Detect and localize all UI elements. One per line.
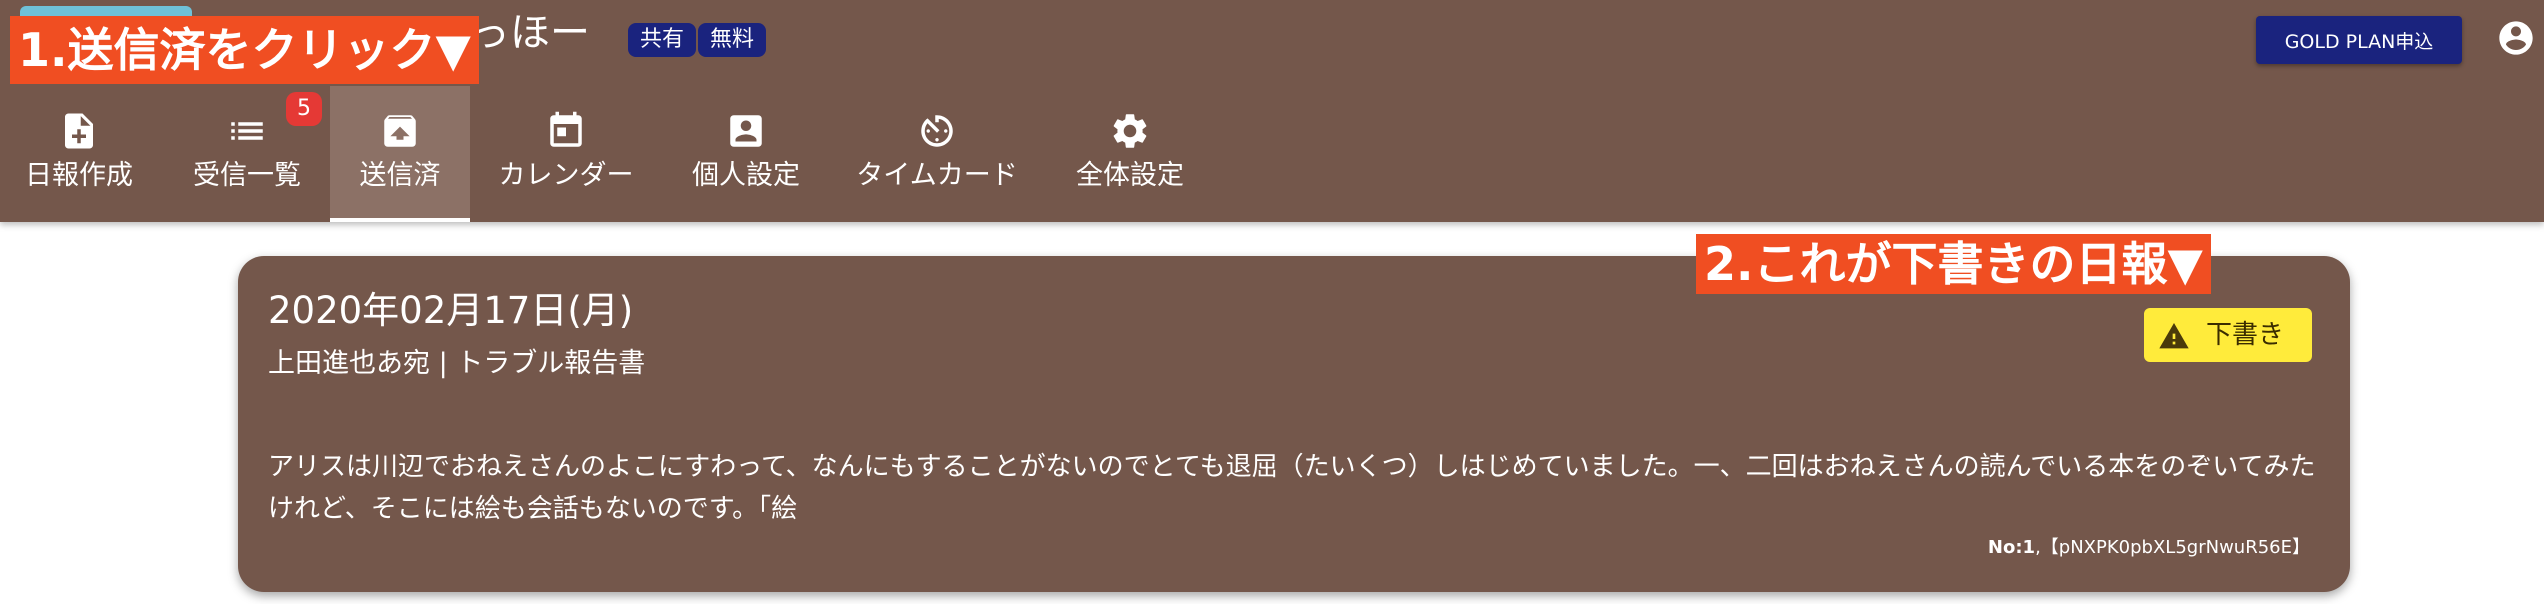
tab-label: 受信一覧 [193, 160, 301, 191]
report-number: No:1 [1987, 537, 2036, 558]
tab-label: 日報作成 [25, 160, 133, 191]
unread-count-badge: 5 [286, 92, 322, 126]
free-badge: 無料 [698, 23, 767, 57]
callout-step2: 2.これが下書きの日報▼ [1696, 234, 2211, 294]
tab-global-settings[interactable]: 全体設定 [1056, 86, 1204, 222]
archive-icon [384, 115, 416, 147]
note-add-icon [65, 113, 93, 149]
report-recipient-title: 上田進也あ宛 | トラブル報告書 [268, 348, 646, 379]
account-circle-icon[interactable] [2496, 18, 2536, 58]
tab-calendar[interactable]: カレンダー [488, 86, 644, 222]
tab-sent[interactable]: 送信済 [330, 86, 470, 222]
draft-status-chip: 下書き [2144, 308, 2312, 362]
tab-label: 個人設定 [692, 160, 800, 191]
calendar-icon [550, 111, 582, 147]
report-body: アリスは川辺でおねえさんのよこにすわって、なんにもすることがないのでとても退屈（… [268, 452, 2316, 524]
tab-label: タイムカード [856, 160, 1018, 191]
list-icon [231, 122, 263, 140]
report-id-line: No:1,【pNXPK0pbXL5grNwuR56E】 [1987, 537, 2310, 558]
tab-create-report[interactable]: 日報作成 [0, 86, 158, 222]
gear-icon [1113, 114, 1147, 148]
tab-label: 送信済 [359, 160, 441, 191]
report-date: 2020年02月17日(月) [268, 289, 634, 332]
tab-label: カレンダー [498, 160, 634, 191]
app-title: っほー [470, 10, 590, 56]
report-id: 【pNXPK0pbXL5grNwuR56E】 [2040, 537, 2310, 558]
gold-plan-button[interactable]: GOLD PLAN申込 [2256, 16, 2462, 64]
draft-status-label: 下書き [2206, 320, 2285, 350]
report-card[interactable]: 2020年02月17日(月) 上田進也あ宛 | トラブル報告書 下書き アリスは… [238, 256, 2350, 592]
warning-icon [2159, 323, 2189, 349]
tab-label: 全体設定 [1076, 160, 1184, 191]
shared-badge: 共有 [628, 23, 697, 57]
tab-timecard[interactable]: タイムカード [842, 86, 1032, 222]
timer-icon [921, 115, 953, 147]
account-box-icon [730, 115, 762, 147]
callout-step1: 1.送信済をクリック▼ [10, 16, 479, 84]
tab-personal-settings[interactable]: 個人設定 [672, 86, 820, 222]
